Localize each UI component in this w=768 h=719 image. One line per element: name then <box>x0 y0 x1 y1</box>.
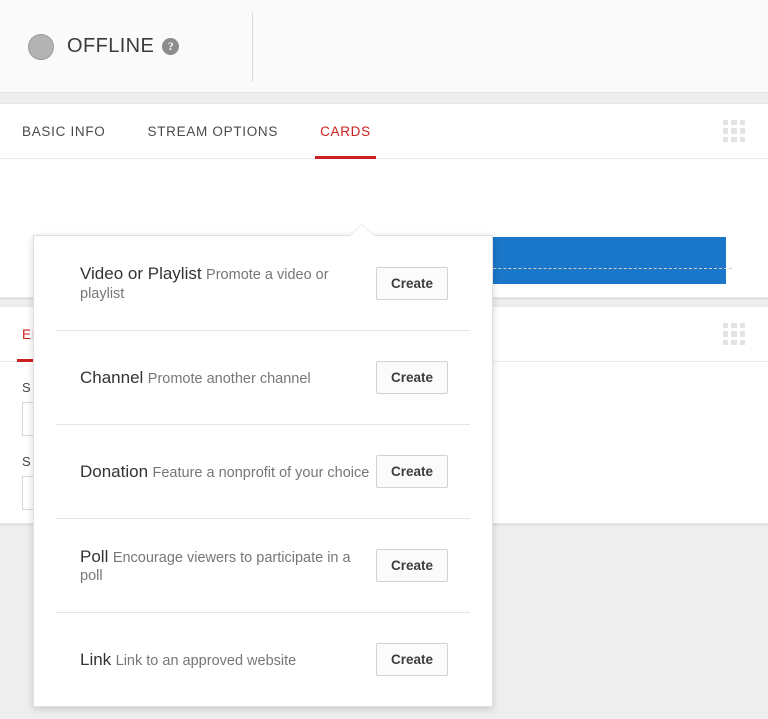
menu-item-title: Channel <box>80 367 144 387</box>
menu-item-link[interactable]: Link Link to an approved website Create <box>56 612 470 706</box>
create-button-video-or-playlist[interactable]: Create <box>375 266 448 300</box>
create-button-donation[interactable]: Create <box>375 455 448 488</box>
menu-item-title: Poll <box>80 546 109 566</box>
menu-item-title: Video or Playlist <box>80 264 202 284</box>
tab-stream-options[interactable]: STREAM OPTIONS <box>148 104 279 159</box>
tab-cards[interactable]: CARDS <box>315 104 376 159</box>
menu-item-title: Donation <box>80 461 149 481</box>
menu-item-donation[interactable]: Donation Feature a nonprofit of your cho… <box>56 424 470 518</box>
drag-grid-icon[interactable] <box>723 120 745 142</box>
status-indicator-dot <box>28 33 54 60</box>
menu-item-channel[interactable]: Channel Promote another channel Create <box>56 330 470 424</box>
menu-item-subtitle: Promote another channel <box>147 370 311 387</box>
menu-item-subtitle: Encourage viewers to participate in a po… <box>80 549 351 585</box>
create-button-poll[interactable]: Create <box>375 549 448 582</box>
cards-tabbar: BASIC INFO STREAM OPTIONS CARDS <box>0 104 768 159</box>
create-button-link[interactable]: Create <box>375 643 448 676</box>
menu-item-subtitle: Feature a nonprofit of your choice <box>152 464 370 481</box>
page-root: OFFLINE ? BASIC INFO STREAM OPTIONS CARD… <box>0 0 768 719</box>
add-card-menu: Video or Playlist Promote a video or pla… <box>33 225 493 707</box>
menu-item-poll[interactable]: Poll Encourage viewers to participate in… <box>56 518 470 612</box>
status-divider <box>252 11 254 82</box>
status-label: OFFLINE <box>67 35 155 57</box>
menu-pointer-arrow <box>350 225 374 236</box>
create-button-channel[interactable]: Create <box>375 361 448 394</box>
menu-item-video-or-playlist[interactable]: Video or Playlist Promote a video or pla… <box>56 236 470 330</box>
tab-basic-info[interactable]: BASIC INFO <box>22 104 106 159</box>
drag-grid-icon[interactable] <box>723 323 745 345</box>
menu-item-subtitle: Link to an approved website <box>115 652 297 669</box>
stream-status-panel: OFFLINE ? <box>0 0 768 93</box>
menu-item-title: Link <box>80 649 112 669</box>
help-icon[interactable]: ? <box>162 38 180 55</box>
